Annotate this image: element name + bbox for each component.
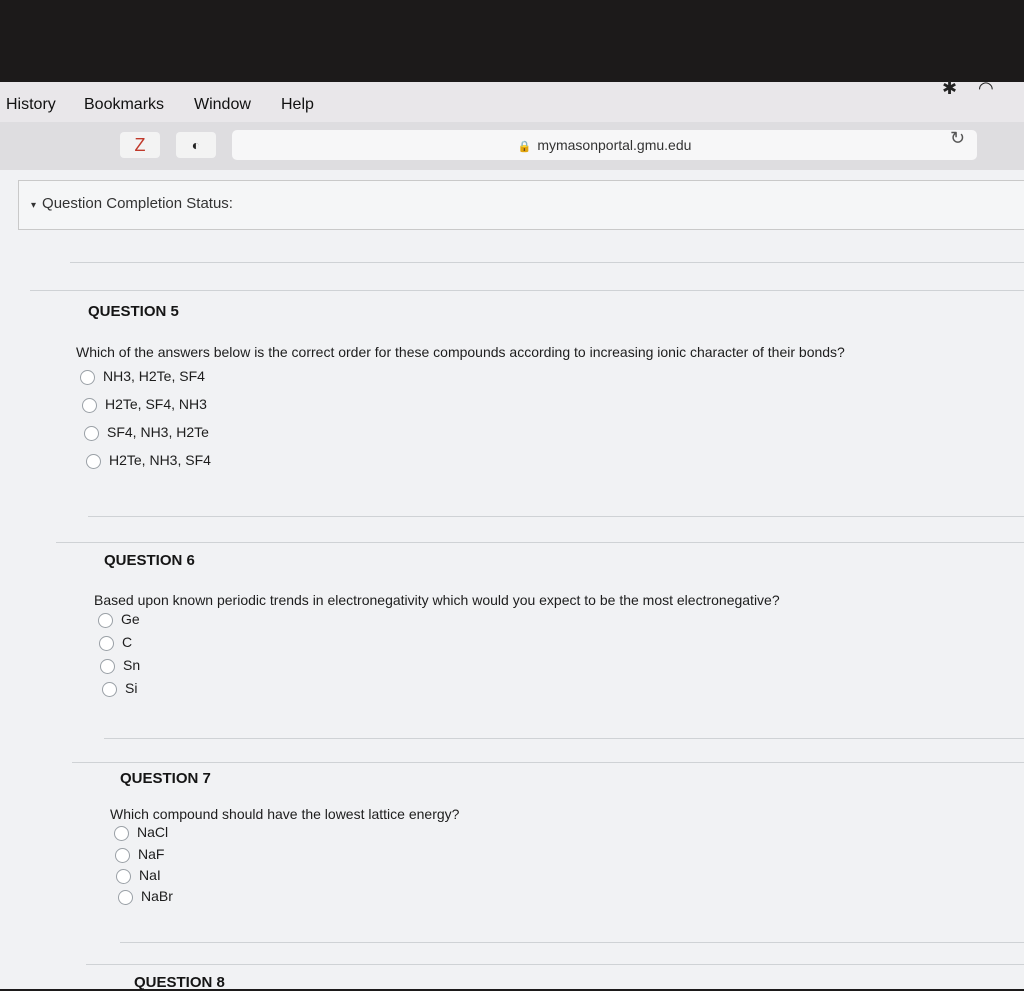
question-text: Which of the answers below is the correc… xyxy=(76,344,845,360)
privacy-icon[interactable]: ◐ xyxy=(176,132,216,158)
menu-bar: History Bookmarks Window Help xyxy=(0,82,1024,123)
divider xyxy=(70,262,1024,263)
question-text: Based upon known periodic trends in elec… xyxy=(94,592,780,608)
radio-button[interactable] xyxy=(115,847,130,863)
answer-option[interactable]: NH3, H2Te, SF4 xyxy=(80,368,205,385)
answer-option[interactable]: H2Te, SF4, NH3 xyxy=(82,396,207,413)
browser-toolbar: Z ◐ 🔒 mymasonportal.gmu.edu ↻ xyxy=(0,122,1024,171)
chevron-down-icon: ▾ xyxy=(31,200,37,211)
address-bar[interactable]: 🔒 mymasonportal.gmu.edu xyxy=(232,130,977,160)
answer-option[interactable]: SF4, NH3, H2Te xyxy=(84,424,209,441)
wifi-icon[interactable]: ◠ xyxy=(978,78,994,99)
radio-button[interactable] xyxy=(100,658,115,674)
divider xyxy=(30,290,1024,291)
menu-window[interactable]: Window xyxy=(194,96,251,114)
question-title: QUESTION 8 xyxy=(134,974,225,991)
radio-button[interactable] xyxy=(80,369,95,385)
radio-button[interactable] xyxy=(82,397,97,413)
divider xyxy=(86,964,1024,965)
radio-button[interactable] xyxy=(116,868,131,884)
menu-bookmarks[interactable]: Bookmarks xyxy=(84,96,164,114)
radio-button[interactable] xyxy=(86,453,101,469)
answer-option[interactable]: NaF xyxy=(115,846,164,863)
answer-option[interactable]: Ge xyxy=(98,611,140,628)
menu-help[interactable]: Help xyxy=(281,96,314,114)
answer-option[interactable]: Sn xyxy=(100,657,140,674)
lock-icon: 🔒 xyxy=(517,141,532,153)
radio-button[interactable] xyxy=(98,612,113,628)
question-title: QUESTION 5 xyxy=(88,303,179,320)
menu-history[interactable]: History xyxy=(6,96,56,114)
question-title: QUESTION 7 xyxy=(120,770,211,787)
completion-status[interactable]: ▾ Question Completion Status: xyxy=(18,180,1024,230)
divider xyxy=(104,738,1024,739)
bluetooth-icon[interactable]: ✱ xyxy=(942,78,957,99)
question-title: QUESTION 6 xyxy=(104,552,195,569)
answer-option[interactable]: H2Te, NH3, SF4 xyxy=(86,452,211,469)
divider xyxy=(56,542,1024,543)
radio-button[interactable] xyxy=(118,889,133,905)
radio-button[interactable] xyxy=(114,825,129,841)
divider xyxy=(120,942,1024,943)
url-text: mymasonportal.gmu.edu xyxy=(537,137,692,153)
divider xyxy=(72,762,1024,763)
answer-option[interactable]: C xyxy=(99,634,132,651)
question-text: Which compound should have the lowest la… xyxy=(110,806,460,822)
page-content: ▾ Question Completion Status: QUESTION 5 … xyxy=(0,170,1024,991)
reload-icon[interactable]: ↻ xyxy=(950,128,965,149)
radio-button[interactable] xyxy=(99,635,114,651)
divider xyxy=(88,516,1024,517)
answer-option[interactable]: Si xyxy=(102,680,137,697)
answer-option[interactable]: NaI xyxy=(116,867,161,884)
radio-button[interactable] xyxy=(84,425,99,441)
answer-option[interactable]: NaCl xyxy=(114,824,168,841)
completion-label: ▾ Question Completion Status: xyxy=(31,195,233,212)
zotero-icon[interactable]: Z xyxy=(120,132,160,158)
answer-option[interactable]: NaBr xyxy=(118,888,173,905)
radio-button[interactable] xyxy=(102,681,117,697)
